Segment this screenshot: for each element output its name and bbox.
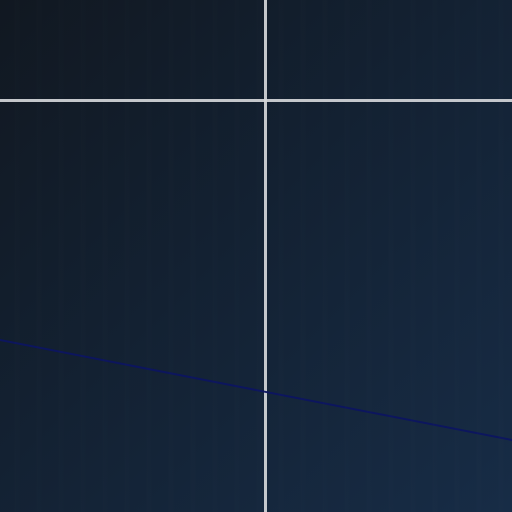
diagonal-line [0,339,512,441]
vertical-guide-line [264,0,267,512]
canvas-area [0,0,512,512]
horizontal-guide-line [0,99,512,102]
diagonal-line-layer [0,339,512,441]
